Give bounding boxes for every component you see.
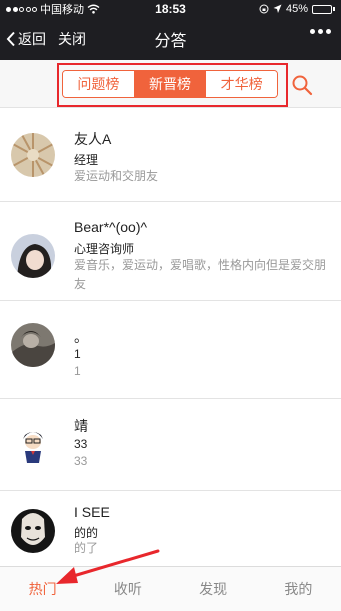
page-title: 分答 [154,33,187,50]
ranking-tab-group: 问题榜 新晋榜 才华榜 [62,70,278,98]
tab-mine[interactable]: 我的 [256,567,341,611]
list-item[interactable]: 友人A 经理 爱运动和交朋友 [0,109,341,202]
list-item[interactable]: Bear*^(oo)^ 心理咨询师 爱音乐，爱运动，爱唱歌，性格内向但是爱交朋友 [0,202,341,301]
user-name: Bear*^(oo)^ [74,219,148,235]
location-icon [273,4,282,13]
user-name: 友人A [74,131,112,147]
wifi-icon [87,4,100,14]
user-intro: 的了 [74,541,99,555]
tab-discover[interactable]: 发现 [171,567,256,611]
cartoon-boy-avatar [11,421,55,465]
list-item[interactable]: 靖 33 33 [0,399,341,491]
dark-photo-avatar [11,323,55,367]
user-intro: 爱运动和交朋友 [74,169,159,183]
more-menu-icon[interactable] [310,29,331,34]
user-title: 心理咨询师 [74,242,135,256]
tab-hot[interactable]: 热门 [0,567,85,611]
tab-talent-ranking[interactable]: 才华榜 [205,71,277,97]
battery-icon [312,4,335,14]
tab-questions-ranking[interactable]: 问题榜 [63,71,134,97]
mask-avatar [11,509,55,553]
back-label: 返回 [18,31,46,47]
user-title: 1 [74,347,81,361]
back-button[interactable]: 返回 [6,29,46,49]
chevron-left-icon [6,31,15,47]
user-title: 33 [74,437,88,451]
ranking-tab-area: 问题榜 新晋榜 才华榜 [0,60,341,108]
list-item[interactable]: 。 1 1 [0,301,341,399]
tab-subscribed[interactable]: 收听 [85,567,170,611]
user-name: 。 [74,329,88,345]
bottom-tab-bar: 热门 收听 发现 我的 [0,566,341,611]
user-title: 经理 [74,153,99,167]
nav-bar: 返回 关闭 分答 [0,18,341,60]
user-list: 友人A 经理 爱运动和交朋友 Bear*^(oo)^ 心理咨询师 爱音乐，爱运动… [0,109,341,581]
status-bar: 中国移动 18:53 45% [0,0,341,18]
tab-newcomer-ranking[interactable]: 新晋榜 [133,71,206,97]
signal-strength-icon [6,6,37,12]
rotation-lock-icon [259,4,269,14]
status-right: 45% [259,3,335,15]
status-left: 中国移动 [6,1,100,17]
close-button[interactable]: 关闭 [58,29,86,49]
user-intro: 爱音乐，爱运动，爱唱歌，性格内向但是爱交朋友 [74,258,327,291]
battery-percent: 45% [285,3,308,15]
user-intro: 33 [74,454,88,468]
carrier-name: 中国移动 [40,4,84,16]
search-icon[interactable] [291,74,313,96]
abstract-gold-avatar [11,133,55,177]
user-intro: 1 [74,364,81,378]
girl-photo-avatar [11,234,55,278]
user-name: I SEE [74,504,110,520]
user-name: 靖 [74,418,88,434]
